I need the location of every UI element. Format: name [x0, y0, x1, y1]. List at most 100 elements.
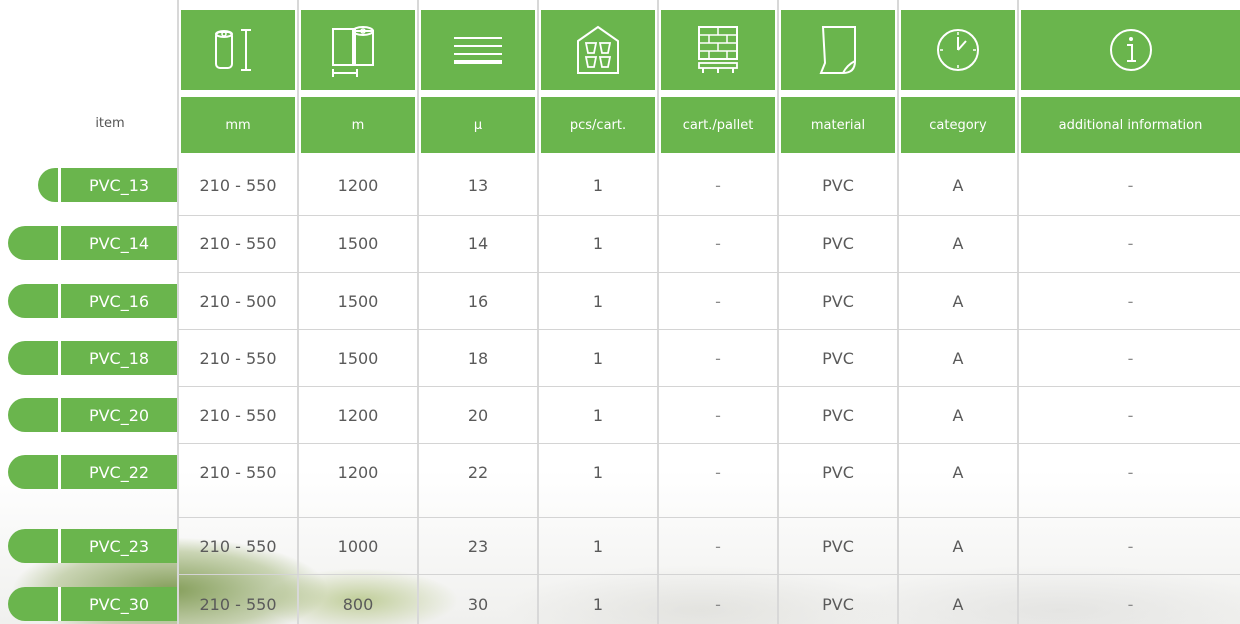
cell-category: A — [952, 175, 964, 195]
cell-pallet: - — [715, 536, 721, 556]
cell-info: - — [1127, 291, 1134, 311]
cell-mm: 210 - 550 — [199, 405, 277, 425]
cell-mm: 210 - 550 — [199, 175, 277, 195]
unit-label-mu: μ — [421, 97, 535, 153]
cell-pcs: 1 — [592, 348, 604, 368]
cell-material: PVC — [822, 348, 854, 368]
cell-pcs: 1 — [592, 233, 604, 253]
item-tab-pvc-18[interactable]: PVC_18 — [58, 341, 177, 375]
cell-m: 1000 — [337, 536, 379, 556]
cell-mu: 16 — [467, 291, 489, 311]
cell-m: 1500 — [337, 291, 379, 311]
cell-info: - — [1127, 233, 1134, 253]
cell-category: A — [952, 291, 964, 311]
cell-info: - — [1127, 175, 1134, 195]
info-icon — [1109, 29, 1152, 71]
header-icon-m — [301, 10, 415, 90]
cell-mu: 20 — [467, 405, 489, 425]
column-divider — [417, 0, 419, 624]
cell-material: PVC — [822, 405, 854, 425]
cell-category: A — [952, 405, 964, 425]
cell-pcs: 1 — [592, 536, 604, 556]
cell-pcs: 1 — [592, 175, 604, 195]
cell-m: 800 — [342, 594, 374, 614]
column-divider — [297, 0, 299, 624]
pallet-bricks-icon — [698, 26, 738, 73]
header-icon-pcs — [541, 10, 655, 90]
cell-category: A — [952, 536, 964, 556]
cell-mm: 210 - 500 — [199, 291, 277, 311]
cell-m: 1200 — [337, 175, 379, 195]
cell-category: A — [952, 462, 964, 482]
cell-pcs: 1 — [592, 594, 604, 614]
cell-m: 1200 — [337, 405, 379, 425]
roll-length-icon — [332, 26, 374, 77]
clock-icon — [937, 29, 979, 71]
column-divider — [537, 0, 539, 624]
cell-category: A — [952, 233, 964, 253]
row-divider — [178, 574, 1240, 575]
cell-pcs: 1 — [592, 462, 604, 482]
cell-mm: 210 - 550 — [199, 594, 277, 614]
cell-material: PVC — [822, 291, 854, 311]
cell-pcs: 1 — [592, 405, 604, 425]
row-divider — [178, 386, 1240, 387]
unit-label-mm: mm — [181, 97, 295, 153]
cell-category: A — [952, 348, 964, 368]
column-divider — [777, 0, 779, 624]
item-tab-pvc-14[interactable]: PVC_14 — [58, 226, 177, 260]
cell-mu: 30 — [467, 594, 489, 614]
cell-mm: 210 - 550 — [199, 233, 277, 253]
column-divider — [1017, 0, 1019, 624]
cell-m: 1200 — [337, 462, 379, 482]
row-divider — [178, 272, 1240, 273]
item-tab-pvc-20[interactable]: PVC_20 — [58, 398, 177, 432]
unit-label-m: m — [301, 97, 415, 153]
header-icon-mu — [421, 10, 535, 90]
cell-info: - — [1127, 462, 1134, 482]
item-tab-pvc-30[interactable]: PVC_30 — [58, 587, 177, 621]
header-icon-info — [1021, 10, 1240, 90]
item-column-label: item — [95, 116, 125, 131]
row-divider — [178, 517, 1240, 518]
header-icon-pallet — [661, 10, 775, 90]
unit-label-pcs: pcs/cart. — [541, 97, 655, 153]
cell-info: - — [1127, 348, 1134, 368]
row-divider — [178, 329, 1240, 330]
cell-material: PVC — [822, 175, 854, 195]
unit-label-pallet: cart./pallet — [661, 97, 775, 153]
carton-cups-icon — [577, 25, 619, 74]
cell-pcs: 1 — [592, 291, 604, 311]
item-tab-pvc-22[interactable]: PVC_22 — [58, 455, 177, 489]
cell-category: A — [952, 594, 964, 614]
cell-mm: 210 - 550 — [199, 536, 277, 556]
cell-m: 1500 — [337, 348, 379, 368]
unit-label-info: additional information — [1021, 97, 1240, 153]
cell-material: PVC — [822, 594, 854, 614]
cell-pallet: - — [715, 405, 721, 425]
cell-mm: 210 - 550 — [199, 348, 277, 368]
header-icon-mm — [181, 10, 295, 90]
item-tab-pvc-13[interactable]: PVC_13 — [58, 168, 177, 202]
cell-material: PVC — [822, 536, 854, 556]
cell-info: - — [1127, 536, 1134, 556]
row-divider — [178, 215, 1240, 216]
cell-mu: 22 — [467, 462, 489, 482]
cell-material: PVC — [822, 462, 854, 482]
sheet-material-icon — [819, 26, 856, 74]
cell-pallet: - — [715, 291, 721, 311]
cell-pallet: - — [715, 462, 721, 482]
column-divider — [177, 0, 179, 624]
header-icon-category — [901, 10, 1015, 90]
unit-label-material: material — [781, 97, 895, 153]
cell-mu: 14 — [467, 233, 489, 253]
row-divider — [178, 443, 1240, 444]
thickness-lines-icon — [454, 37, 502, 64]
item-tab-pvc-23[interactable]: PVC_23 — [58, 529, 177, 563]
cell-material: PVC — [822, 233, 854, 253]
cell-pallet: - — [715, 348, 721, 368]
roll-width-icon — [215, 29, 251, 71]
cell-m: 1500 — [337, 233, 379, 253]
cell-pallet: - — [715, 594, 721, 614]
item-tab-pvc-16[interactable]: PVC_16 — [58, 284, 177, 318]
